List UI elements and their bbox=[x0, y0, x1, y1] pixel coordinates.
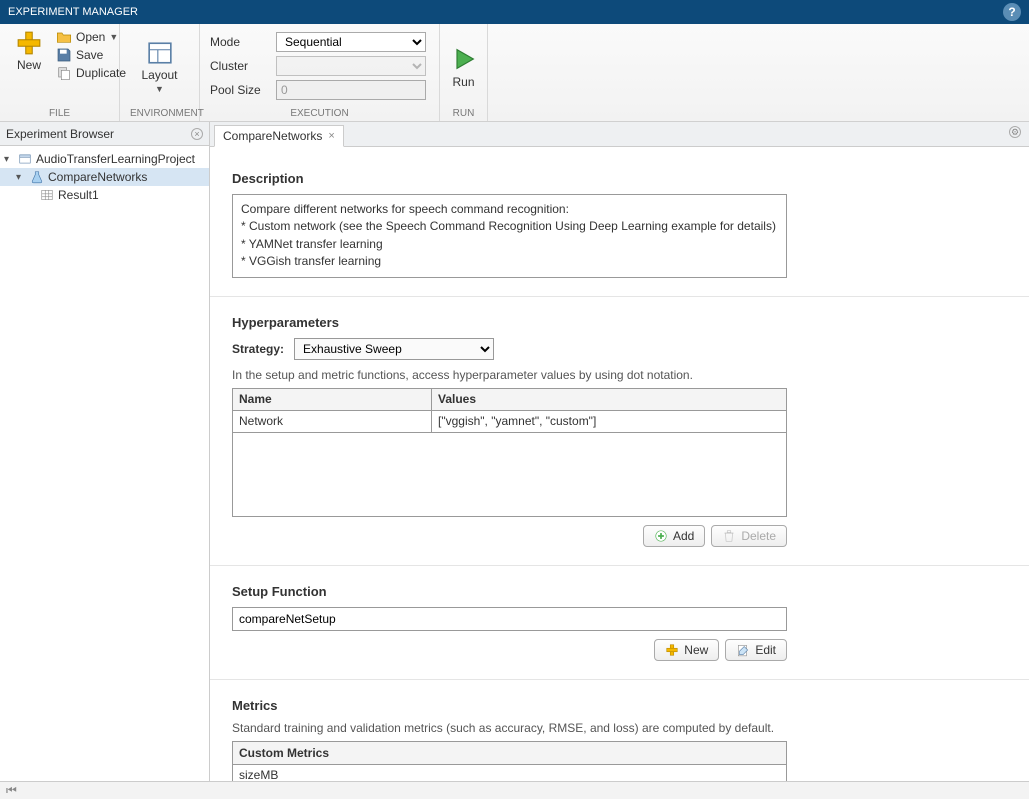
table-row[interactable]: Network ["vggish", "yamnet", "custom"] bbox=[233, 410, 787, 432]
delete-hyperparameter-button: Delete bbox=[711, 525, 787, 547]
layout-icon bbox=[147, 40, 173, 66]
divider bbox=[210, 565, 1029, 566]
setup-function-input[interactable] bbox=[232, 607, 787, 631]
chevron-down-icon: ▼ bbox=[155, 84, 164, 94]
metrics-hint: Standard training and validation metrics… bbox=[232, 721, 1007, 735]
experiment-editor: Description Compare different networks f… bbox=[210, 147, 1029, 781]
collapse-icon[interactable]: ▾ bbox=[4, 154, 14, 165]
metrics-title: Metrics bbox=[232, 698, 1007, 713]
table-empty-area[interactable] bbox=[233, 432, 787, 516]
tree-result-row[interactable]: Result1 bbox=[0, 186, 209, 204]
title-bar: EXPERIMENT MANAGER ? bbox=[0, 0, 1029, 24]
metrics-header: Custom Metrics bbox=[233, 741, 787, 764]
status-arrow-icon[interactable]: ⏮ bbox=[6, 783, 17, 798]
tab-options-icon[interactable]: ⚙ bbox=[1009, 126, 1021, 138]
description-title: Description bbox=[232, 171, 1007, 186]
ribbon-label-environment: ENVIRONMENT bbox=[130, 106, 189, 121]
app-title: EXPERIMENT MANAGER bbox=[8, 6, 138, 18]
tab-compare-networks[interactable]: CompareNetworks × bbox=[214, 125, 344, 147]
divider bbox=[210, 679, 1029, 680]
plus-icon bbox=[16, 30, 42, 56]
mode-label: Mode bbox=[210, 35, 270, 49]
folder-open-icon bbox=[56, 29, 72, 45]
plus-icon bbox=[654, 529, 668, 543]
collapse-icon[interactable]: ▾ bbox=[16, 172, 26, 183]
strategy-label: Strategy: bbox=[232, 342, 284, 356]
ribbon-label-execution: EXECUTION bbox=[210, 106, 429, 121]
experiment-browser-panel: Experiment Browser × ▾ AudioTransferLear… bbox=[0, 122, 210, 781]
ribbon-group-execution: Mode Sequential Cluster Pool Size EXECUT… bbox=[200, 24, 440, 121]
layout-button[interactable]: Layout ▼ bbox=[135, 38, 183, 96]
add-hyperparameter-button[interactable]: Add bbox=[643, 525, 705, 547]
metrics-table[interactable]: Custom Metrics sizeMB numLearnableParams… bbox=[232, 741, 787, 781]
experiment-browser-header: Experiment Browser × bbox=[0, 122, 209, 146]
hyperparameters-hint: In the setup and metric functions, acces… bbox=[232, 368, 1007, 382]
edit-icon bbox=[736, 643, 750, 657]
poolsize-input bbox=[276, 80, 426, 100]
panel-title: Experiment Browser bbox=[6, 127, 114, 141]
ribbon-label-file: FILE bbox=[10, 106, 109, 121]
cluster-select bbox=[276, 56, 426, 76]
play-icon bbox=[450, 45, 478, 73]
tab-close-icon[interactable]: × bbox=[328, 130, 334, 142]
open-button[interactable]: Open ▼ bbox=[56, 28, 126, 46]
tree-project-row[interactable]: ▾ AudioTransferLearningProject bbox=[0, 150, 209, 168]
table-header-row: Name Values bbox=[233, 388, 787, 410]
setup-function-title: Setup Function bbox=[232, 584, 1007, 599]
edit-setup-button[interactable]: Edit bbox=[725, 639, 787, 661]
duplicate-button[interactable]: Duplicate bbox=[56, 64, 126, 82]
hyperparameters-title: Hyperparameters bbox=[232, 315, 1007, 330]
project-icon bbox=[18, 152, 32, 166]
main-area: Experiment Browser × ▾ AudioTransferLear… bbox=[0, 122, 1029, 781]
divider bbox=[210, 296, 1029, 297]
flask-icon bbox=[30, 170, 44, 184]
ribbon-toolbar: New Open ▼ Save Duplicate FILE bbox=[0, 24, 1029, 122]
ribbon-label-run: RUN bbox=[450, 106, 477, 121]
experiment-tree: ▾ AudioTransferLearningProject ▾ Compare… bbox=[0, 146, 209, 208]
poolsize-label: Pool Size bbox=[210, 83, 270, 97]
new-setup-button[interactable]: New bbox=[654, 639, 719, 661]
cluster-label: Cluster bbox=[210, 59, 270, 73]
ribbon-group-file: New Open ▼ Save Duplicate FILE bbox=[0, 24, 120, 121]
strategy-select[interactable]: Exhaustive Sweep bbox=[294, 338, 494, 360]
plus-icon bbox=[665, 643, 679, 657]
tree-experiment-row[interactable]: ▾ CompareNetworks bbox=[0, 168, 209, 186]
new-button[interactable]: New bbox=[10, 28, 48, 74]
panel-close-icon[interactable]: × bbox=[191, 128, 203, 140]
table-icon bbox=[40, 188, 54, 202]
save-icon bbox=[56, 47, 72, 63]
status-bar: ⏮ bbox=[0, 781, 1029, 799]
run-button[interactable]: Run bbox=[444, 43, 484, 91]
tab-strip: CompareNetworks × ⚙ bbox=[210, 122, 1029, 147]
table-row[interactable]: sizeMB bbox=[233, 764, 787, 781]
save-button[interactable]: Save bbox=[56, 46, 126, 64]
duplicate-icon bbox=[56, 65, 72, 81]
help-icon[interactable]: ? bbox=[1003, 3, 1021, 21]
content-panel: CompareNetworks × ⚙ Description Compare … bbox=[210, 122, 1029, 781]
ribbon-group-environment: Layout ▼ ENVIRONMENT bbox=[120, 24, 200, 121]
description-textarea[interactable]: Compare different networks for speech co… bbox=[232, 194, 787, 278]
mode-select[interactable]: Sequential bbox=[276, 32, 426, 52]
trash-icon bbox=[722, 529, 736, 543]
hyperparameters-table[interactable]: Name Values Network ["vggish", "yamnet",… bbox=[232, 388, 787, 517]
ribbon-group-run: Run RUN bbox=[440, 24, 488, 121]
chevron-down-icon: ▼ bbox=[109, 32, 118, 42]
